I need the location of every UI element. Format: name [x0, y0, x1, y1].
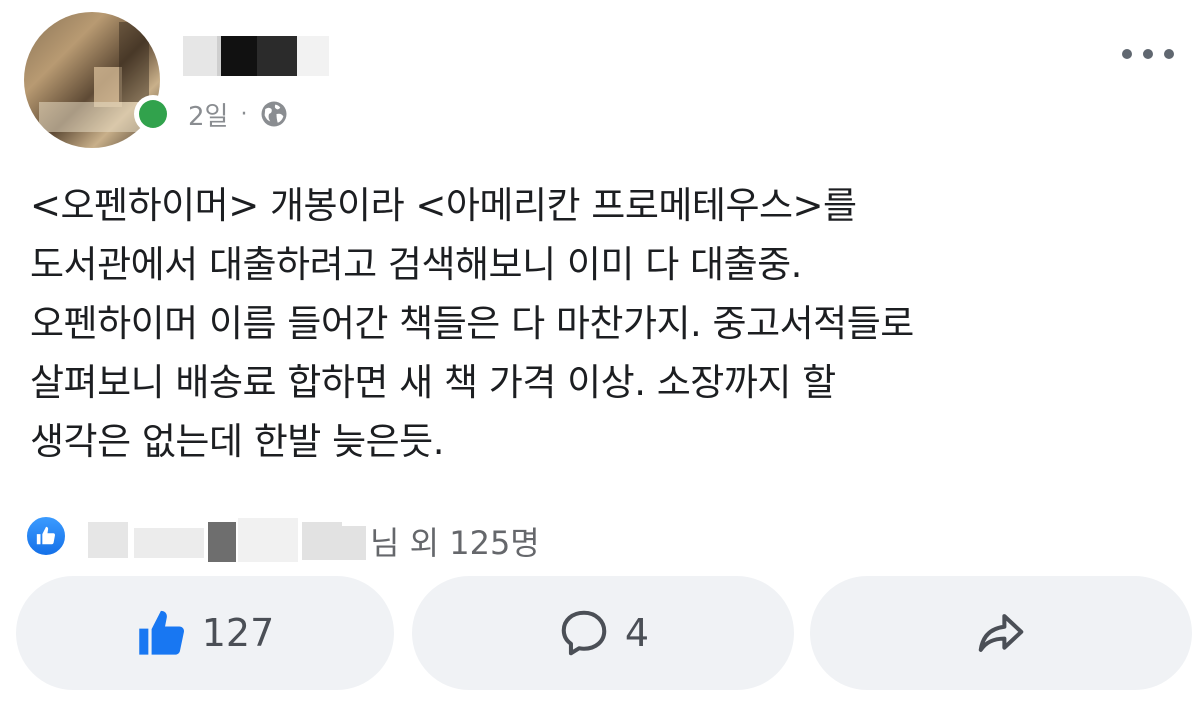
like-count: 127 — [201, 611, 275, 655]
globe-icon[interactable] — [259, 99, 289, 129]
reactor-names-redacted — [88, 508, 398, 564]
post-meta: 2일 · — [188, 94, 289, 134]
post-text-line: 도서관에서 대출하려고 검색해보니 이미 다 대출중. — [30, 243, 802, 286]
avatar-blur — [119, 22, 149, 102]
share-button[interactable] — [810, 576, 1192, 690]
comment-button[interactable]: 4 — [412, 576, 794, 690]
comment-bubble-icon — [561, 610, 607, 656]
meta-separator: · — [240, 101, 248, 127]
reaction-summary[interactable]: 님 외 125명 — [24, 508, 540, 564]
share-arrow-icon — [978, 614, 1024, 652]
more-horizontal-icon[interactable] — [1122, 42, 1174, 66]
post-body: <오펜하이머> 개봉이라 <아메리칸 프로메테우스>를 도서관에서 대출하려고 … — [30, 176, 1180, 471]
reaction-count-text[interactable]: 님 외 125명 — [370, 518, 540, 564]
online-status-indicator — [134, 95, 172, 133]
post-text-line: 생각은 없는데 한발 늦은듯. — [30, 420, 444, 463]
like-reaction-icon — [24, 514, 68, 558]
post-timestamp[interactable]: 2일 — [188, 96, 228, 133]
avatar-blur — [39, 102, 149, 132]
comment-count: 4 — [624, 611, 650, 655]
thumbs-up-icon — [138, 610, 184, 655]
avatar-blur — [94, 67, 122, 107]
like-button[interactable]: 127 — [16, 576, 394, 690]
post-text-line: <오펜하이머> 개봉이라 <아메리칸 프로메테우스>를 — [30, 184, 857, 227]
action-bar: 127 4 — [16, 576, 1192, 690]
post-text-line: 오펜하이머 이름 들어간 책들은 다 마찬가지. 중고서적들로 — [30, 302, 914, 345]
post-text-line: 살펴보니 배송료 합하면 새 책 가격 이상. 소장까지 할 — [30, 361, 836, 404]
